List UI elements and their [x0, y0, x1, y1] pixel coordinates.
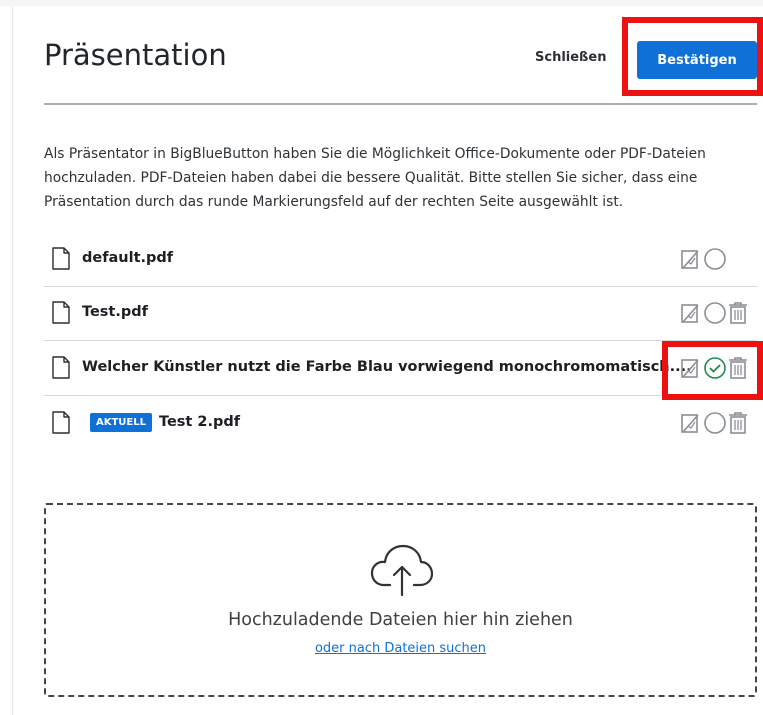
radio-circle-icon[interactable]: [703, 301, 727, 329]
header-divider: [44, 103, 757, 105]
upload-dropzone[interactable]: Hochzuladende Dateien hier hin ziehen od…: [44, 503, 757, 697]
file-name: Test 2.pdf: [159, 414, 241, 430]
annotation-highlight-row-actions: [662, 341, 763, 400]
file-row: AKTUELL Test 2.pdf: [44, 397, 757, 451]
trash-icon[interactable]: [728, 411, 748, 439]
modal-title: Präsentation: [44, 38, 227, 72]
upload-instructions: Als Präsentator in BigBlueButton haben S…: [44, 146, 706, 210]
file-icon: [52, 356, 70, 383]
browse-files-link[interactable]: oder nach Dateien suchen: [315, 641, 486, 656]
row-divider: [44, 395, 757, 396]
download-disabled-icon[interactable]: [680, 411, 702, 439]
file-row: Test.pdf: [44, 287, 757, 341]
file-name: Welcher Künstler nutzt die Farbe Blau vo…: [82, 359, 692, 375]
download-disabled-icon[interactable]: [680, 301, 702, 329]
file-icon: [52, 411, 70, 438]
current-badge: AKTUELL: [90, 413, 153, 432]
trash-icon[interactable]: [728, 301, 748, 329]
radio-circle-icon[interactable]: [703, 411, 727, 439]
file-name: Test.pdf: [82, 304, 148, 320]
cloud-upload-icon: [370, 543, 434, 601]
row-divider: [44, 340, 757, 341]
top-edge: [0, 0, 763, 6]
file-row: Welcher Künstler nutzt die Farbe Blau vo…: [44, 342, 757, 396]
close-button[interactable]: Schließen: [535, 50, 606, 65]
file-icon: [52, 247, 70, 274]
download-disabled-icon[interactable]: [680, 247, 702, 275]
dropzone-text: Hochzuladende Dateien hier hin ziehen: [228, 610, 573, 630]
file-row: default.pdf: [44, 233, 757, 287]
radio-circle-icon[interactable]: [703, 247, 727, 275]
annotation-highlight-confirm: [622, 17, 763, 96]
file-icon: [52, 301, 70, 328]
left-edge: [12, 6, 13, 715]
file-name: default.pdf: [82, 250, 174, 266]
